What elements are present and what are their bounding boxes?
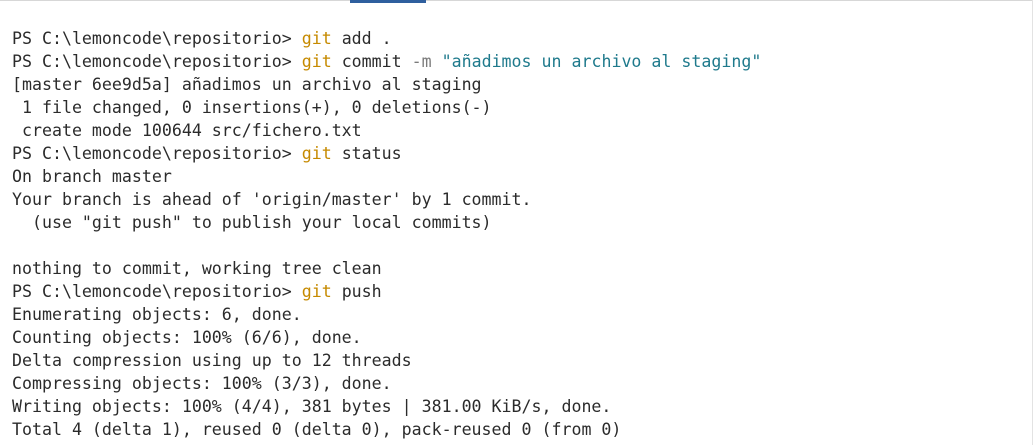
terminal-output-line: (use "git push" to publish your local co… (12, 211, 1029, 234)
terminal-output-line: Delta compression using up to 12 threads (12, 349, 1029, 372)
command-string-argument: "añadimos un archivo al staging" (431, 52, 762, 71)
output-text: Writing objects: 100% (4/4), 381 bytes |… (12, 397, 612, 416)
terminal-command-line: PS C:\lemoncode\repositorio> git commit … (12, 50, 1029, 73)
terminal-output-line: Your branch is ahead of 'origin/master' … (12, 188, 1029, 211)
output-text: nothing to commit, working tree clean (12, 259, 382, 278)
prompt: PS C:\lemoncode\repositorio> (12, 52, 302, 71)
command-args: push (331, 282, 382, 301)
terminal-command-line: PS C:\lemoncode\repositorio> git push (12, 280, 1029, 303)
command-flag: -m (411, 52, 432, 71)
output-text: 1 file changed, 0 insertions(+), 0 delet… (12, 98, 492, 117)
terminal-output-line: Enumerating objects: 6, done. (12, 303, 1029, 326)
horizontal-scroll-thumb[interactable] (350, 0, 426, 3)
output-text: Delta compression using up to 12 threads (12, 351, 412, 370)
output-text: (use "git push" to publish your local co… (12, 213, 492, 232)
output-text: Enumerating objects: 6, done. (12, 305, 302, 324)
prompt: PS C:\lemoncode\repositorio> (12, 144, 302, 163)
top-border (0, 0, 1033, 1)
terminal-output-line: Total 4 (delta 1), reused 0 (delta 0), p… (12, 418, 1029, 441)
output-text: On branch master (12, 167, 172, 186)
terminal-output[interactable]: PS C:\lemoncode\repositorio> git add . PS… (12, 27, 1029, 441)
terminal-command-line: PS C:\lemoncode\repositorio> git status (12, 142, 1029, 165)
terminal-output-line: Counting objects: 100% (6/6), done. (12, 326, 1029, 349)
command-name: git (301, 52, 332, 71)
command-args: add . (331, 29, 392, 48)
terminal-output-line: nothing to commit, working tree clean (12, 257, 1029, 280)
command-name: git (301, 29, 332, 48)
output-text: Counting objects: 100% (6/6), done. (12, 328, 362, 347)
command-name: git (301, 282, 332, 301)
output-text: create mode 100644 src/fichero.txt (12, 121, 362, 140)
output-text: Total 4 (delta 1), reused 0 (delta 0), p… (12, 420, 622, 439)
terminal-output-line: create mode 100644 src/fichero.txt (12, 119, 1029, 142)
terminal-output-line: Writing objects: 100% (4/4), 381 bytes |… (12, 395, 1029, 418)
command-name: git (301, 144, 332, 163)
command-args: commit (331, 52, 412, 71)
output-text: [master 6ee9d5a] añadimos un archivo al … (12, 75, 482, 94)
terminal-output-line: Compressing objects: 100% (3/3), done. (12, 372, 1029, 395)
output-text: Compressing objects: 100% (3/3), done. (12, 374, 392, 393)
terminal-command-line: PS C:\lemoncode\repositorio> git add . (12, 27, 1029, 50)
prompt: PS C:\lemoncode\repositorio> (12, 282, 302, 301)
terminal-output-line: [master 6ee9d5a] añadimos un archivo al … (12, 73, 1029, 96)
command-args: status (331, 144, 402, 163)
terminal-output-line: 1 file changed, 0 insertions(+), 0 delet… (12, 96, 1029, 119)
terminal-output-line: On branch master (12, 165, 1029, 188)
prompt: PS C:\lemoncode\repositorio> (12, 29, 302, 48)
output-text: Your branch is ahead of 'origin/master' … (12, 190, 532, 209)
